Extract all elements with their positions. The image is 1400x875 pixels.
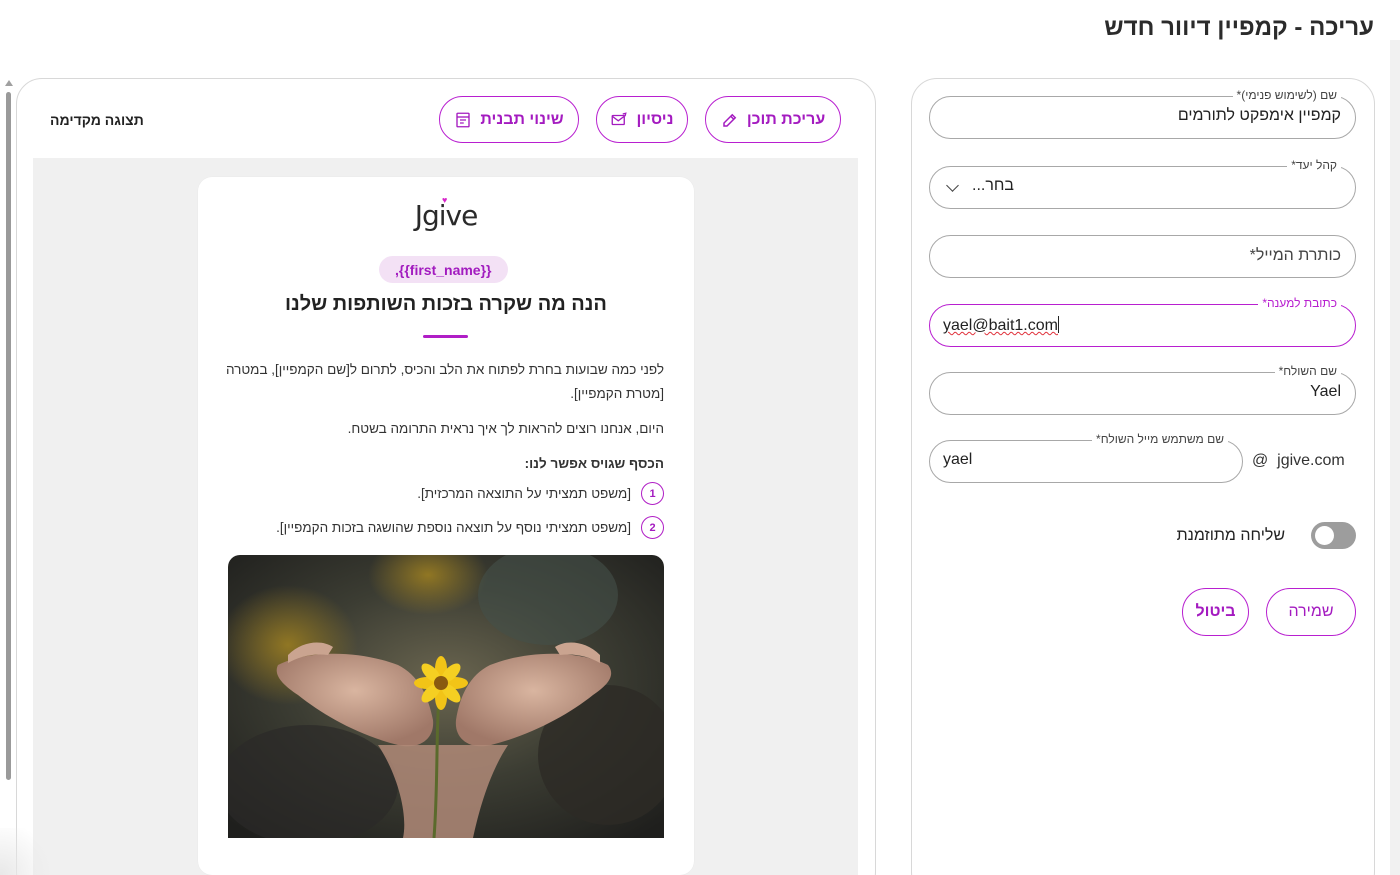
change-template-label: שינוי תבנית <box>480 110 564 128</box>
list-item: 1 [משפט תמציתי על התוצאה המרכזית]. <box>224 482 664 505</box>
corner-shadow <box>0 828 60 875</box>
email-list-heading: הכסף שגויס אפשר לנו: <box>524 456 664 471</box>
scroll-up-arrow-icon[interactable] <box>5 80 13 86</box>
test-label: ניסיון <box>636 110 674 128</box>
reply-to-value[interactable]: yael@bait1.com <box>943 317 1058 334</box>
email-headline: הנה מה שקרה בזכות השותפות שלנו <box>285 293 607 315</box>
list-item-text: [משפט תמציתי על התוצאה המרכזית]. <box>417 486 631 501</box>
reply-to-label: כתובת למענה* <box>1258 296 1341 310</box>
page-title: עריכה - קמפיין דיוור חדש <box>1104 14 1374 41</box>
audience-value[interactable]: בחר... <box>972 177 1014 195</box>
scrollbar[interactable] <box>4 80 13 875</box>
internal-name-field[interactable]: שם (לשימוש פנימי)* קמפיין אימפקט לתורמים <box>929 88 1356 139</box>
scheduled-send-row: שליחה מתוזמנת <box>1177 522 1356 549</box>
list-number: 1 <box>641 482 664 505</box>
right-scrollbar[interactable] <box>1390 40 1400 875</box>
text-caret <box>1057 316 1059 333</box>
audience-label: קהל יעד* <box>1287 158 1341 172</box>
preview-title: תצוגה מקדימה <box>50 112 144 128</box>
sender-username-label: שם משתמש מייל השולח* <box>1092 432 1228 446</box>
sender-name-field[interactable]: שם השולח* Yael <box>929 364 1356 415</box>
sender-username-field[interactable]: שם משתמש מייל השולח* yael <box>929 432 1243 483</box>
list-item-text: [משפט תמציתי נוסף על תוצאה נוספת שהושגה … <box>276 520 631 535</box>
email-subject-placeholder[interactable]: כותרת המייל* <box>1250 247 1341 265</box>
reply-to-field[interactable]: כתובת למענה* yael@bait1.com <box>929 296 1356 347</box>
heart-icon: ♥ <box>442 195 448 205</box>
headline-divider <box>423 335 468 338</box>
hands-flower-image <box>228 555 664 838</box>
email-paragraph-1: לפני כמה שבועות בחרת לפתוח את הלב והכיס,… <box>226 362 664 401</box>
change-template-button[interactable]: שינוי תבנית <box>439 96 579 143</box>
at-sign: @ <box>1252 452 1269 469</box>
edit-content-button[interactable]: עריכת תוכן <box>705 96 841 143</box>
audience-select[interactable]: קהל יעד* בחר... <box>929 158 1356 209</box>
internal-name-value[interactable]: קמפיין אימפקט לתורמים <box>1178 107 1341 125</box>
list-item: 2 [משפט תמציתי נוסף על תוצאה נוספת שהושג… <box>224 516 664 539</box>
chevron-down-icon[interactable] <box>946 179 959 192</box>
email-paragraph-2: היום, אנחנו רוצים להראות לך איך נראית הת… <box>347 421 664 436</box>
sender-name-label: שם השולח* <box>1274 364 1341 378</box>
edit-content-label: עריכת תוכן <box>746 110 826 128</box>
email-subject-field[interactable]: כותרת המייל* <box>929 235 1356 278</box>
save-button[interactable]: שמירה <box>1266 588 1356 636</box>
cancel-button[interactable]: ביטול <box>1182 588 1249 636</box>
first-name-tag: ,{{first_name}} <box>379 256 508 283</box>
sender-name-value[interactable]: Yael <box>1310 383 1341 401</box>
toggle-knob <box>1315 526 1334 545</box>
send-mail-icon <box>612 111 628 125</box>
scrollbar-thumb[interactable] <box>6 92 11 780</box>
internal-name-label: שם (לשימוש פנימי)* <box>1232 88 1341 102</box>
list-number: 2 <box>641 516 664 539</box>
email-preview: Jgive ♥ ,{{first_name}} הנה מה שקרה בזכו… <box>198 177 694 875</box>
pencil-icon <box>723 113 737 127</box>
sender-domain: @ jgive.com <box>1252 452 1345 470</box>
domain-value: jgive.com <box>1277 452 1345 469</box>
reply-to-value-wrap[interactable]: yael@bait1.com <box>943 316 1059 335</box>
template-icon <box>456 112 471 127</box>
test-button[interactable]: ניסיון <box>596 96 688 143</box>
scheduled-send-label: שליחה מתוזמנת <box>1176 526 1285 544</box>
sender-username-value[interactable]: yael <box>943 451 972 469</box>
scheduled-send-toggle[interactable] <box>1311 522 1356 549</box>
